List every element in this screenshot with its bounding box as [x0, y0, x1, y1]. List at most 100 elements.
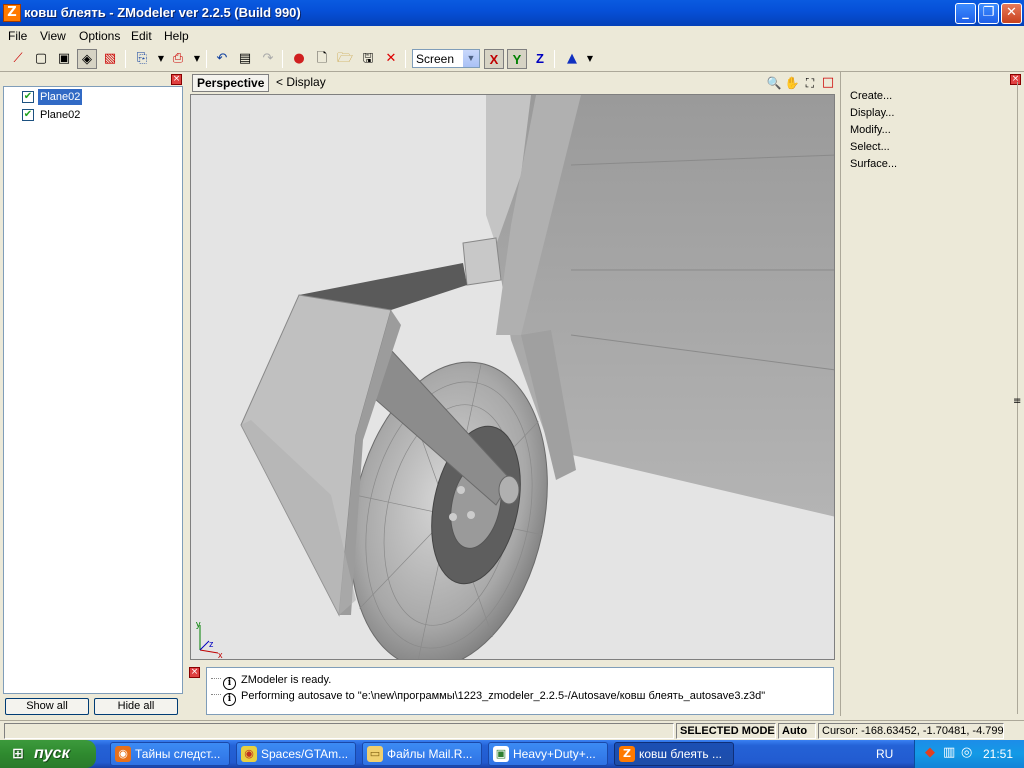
hide-all-button[interactable]: Hide all [94, 698, 178, 715]
export-dropdown-icon[interactable]: ▼ [187, 49, 207, 69]
log-list[interactable]: i ZModeler is ready. i Performing autosave… [206, 667, 834, 715]
tree-connector [211, 694, 221, 695]
axis-label-y: y [196, 619, 201, 629]
log-panel: × i ZModeler is ready. i Performing autosa… [186, 664, 836, 716]
tab-perspective[interactable]: Perspective [192, 74, 270, 92]
command-surface[interactable]: Surface... [850, 158, 897, 170]
chrome-icon: ◉ [241, 746, 257, 762]
zmodeler-icon: Z [619, 746, 635, 762]
taskbar-item[interactable]: ▣ Heavy+Duty+... [488, 742, 608, 766]
cube-solid-icon[interactable]: ▣ [54, 49, 74, 69]
pan-hand-icon[interactable]: ✋ [784, 75, 800, 91]
log-text: Performing autosave to "e:\new\программы… [241, 690, 766, 702]
axis-label-x: x [218, 650, 223, 660]
new-file-icon[interactable]: 🗋 [312, 49, 332, 69]
delete-icon[interactable]: ✕ [381, 49, 401, 69]
close-button[interactable]: ✕ [1001, 3, 1022, 24]
display-menu[interactable]: < Display [276, 75, 326, 89]
show-all-button[interactable]: Show all [5, 698, 89, 715]
folder-icon: ▭ [367, 746, 383, 762]
vertex-select-icon[interactable]: ⟋ [8, 49, 28, 69]
close-icon[interactable]: × [171, 74, 182, 85]
info-icon: i [223, 693, 236, 706]
status-message-field [4, 723, 674, 739]
chevron-down-icon[interactable]: ▼ [463, 50, 479, 67]
snap-mode-status[interactable]: Auto [778, 723, 816, 739]
tree-item-label: Plane02 [40, 109, 81, 121]
toolbar-separator [125, 50, 126, 68]
update-icon[interactable]: ◎ [961, 745, 972, 760]
cube-unselect-icon[interactable]: ▧ [100, 49, 120, 69]
taskbar-item-label: Heavy+Duty+... [513, 747, 596, 761]
taskbar-item[interactable]: Z ковш блеять ... [614, 742, 734, 766]
toolbar-separator [554, 50, 555, 68]
selection-mode-status: SELECTED MODE [676, 723, 776, 739]
start-button[interactable]: ⊞ пуск [0, 740, 96, 768]
taskbar-item[interactable]: ◉ Тайны следст... [110, 742, 230, 766]
command-display[interactable]: Display... [850, 107, 894, 119]
notes-icon[interactable]: ▤ [235, 49, 255, 69]
system-tray: ◆ ▥ ◎ 21:51 [914, 740, 1024, 768]
tree-connector [211, 678, 221, 679]
zoom-extents-icon[interactable]: ⛶ [802, 75, 818, 91]
cube-wire-icon[interactable]: ▢ [31, 49, 51, 69]
firefox-icon: ◉ [115, 746, 131, 762]
network-icon[interactable]: ▥ [943, 745, 955, 760]
undo-icon[interactable]: ↶ [212, 49, 232, 69]
image-viewer-icon: ▣ [493, 746, 509, 762]
save-icon[interactable]: 🖫 [358, 49, 378, 69]
view-mode-value: Screen [416, 52, 455, 66]
maximize-viewport-icon[interactable]: □ [820, 75, 836, 91]
scene-tree[interactable]: ✔ Plane02 ✔ Plane02 [3, 86, 183, 694]
export-icon[interactable]: ⎙ [168, 49, 188, 69]
menu-help[interactable]: Help [164, 29, 189, 43]
axis-y-toggle[interactable]: Y [507, 49, 527, 69]
command-create[interactable]: Create... [850, 90, 892, 102]
redo-icon[interactable]: ↷ [258, 49, 278, 69]
menu-bar: File View Options Edit Help [0, 26, 1024, 46]
view-mode-select[interactable]: Screen ▼ [412, 49, 480, 68]
status-bar: SELECTED MODE Auto Cursor: -168.63452, -… [0, 720, 1024, 740]
toolbar-separator [282, 50, 283, 68]
minimize-button[interactable]: _ [955, 3, 976, 24]
tree-item-label: Plane02 [38, 89, 83, 105]
zmodeler-app-icon[interactable]: Z [3, 4, 21, 22]
cube-shaded-icon[interactable]: ◈ [77, 49, 97, 69]
bracket-block [462, 237, 502, 286]
menu-options[interactable]: Options [79, 29, 120, 43]
command-modify[interactable]: Modify... [850, 124, 891, 136]
toolbar-separator [405, 50, 406, 68]
close-icon[interactable]: × [1010, 74, 1021, 85]
tray-app-icon[interactable]: ◆ [925, 745, 935, 760]
maximize-button[interactable]: ❐ [978, 3, 999, 24]
zoom-icon[interactable]: 🔍 [766, 75, 782, 91]
close-icon[interactable]: × [189, 667, 200, 678]
taskbar: ⊞ пуск ◉ Тайны следст... ◉ Spaces/GTAm..… [0, 740, 1024, 768]
language-indicator[interactable]: RU [876, 747, 893, 761]
record-icon[interactable]: ● [289, 49, 309, 69]
command-select[interactable]: Select... [850, 141, 890, 153]
title-bar[interactable]: Z ковш блеять - ZModeler ver 2.2.5 (Buil… [0, 0, 1024, 26]
menu-edit[interactable]: Edit [131, 29, 152, 43]
taskbar-item[interactable]: ◉ Spaces/GTAm... [236, 742, 356, 766]
axis-z-toggle[interactable]: Z [530, 49, 550, 69]
checkbox-checked-icon[interactable]: ✔ [22, 109, 34, 121]
checkbox-checked-icon[interactable]: ✔ [22, 91, 34, 103]
open-folder-icon[interactable]: 🗁 [335, 49, 355, 69]
primitive-dropdown-icon[interactable]: ▼ [580, 49, 600, 69]
menu-view[interactable]: View [40, 29, 66, 43]
cone-primitive-icon[interactable]: ▲ [562, 49, 582, 69]
viewport-header: Perspective < Display 🔍 ✋ ⛶ □ [190, 72, 837, 93]
taskbar-item-label: Тайны следст... [135, 747, 221, 761]
clock[interactable]: 21:51 [983, 747, 1013, 761]
menu-file[interactable]: File [8, 29, 27, 43]
log-text: ZModeler is ready. [241, 674, 332, 686]
axis-x-toggle[interactable]: X [484, 49, 504, 69]
taskbar-item[interactable]: ▭ Файлы Mail.R... [362, 742, 482, 766]
windows-flag-icon: ⊞ [12, 746, 24, 762]
perspective-viewport[interactable]: y z x [190, 94, 835, 660]
log-line: i ZModeler is ready. [211, 672, 332, 690]
taskbar-item-label: ковш блеять ... [639, 747, 722, 761]
splitter-grip-icon[interactable]: ≡ [1013, 396, 1021, 407]
import-icon[interactable]: ⎘ [132, 49, 152, 69]
